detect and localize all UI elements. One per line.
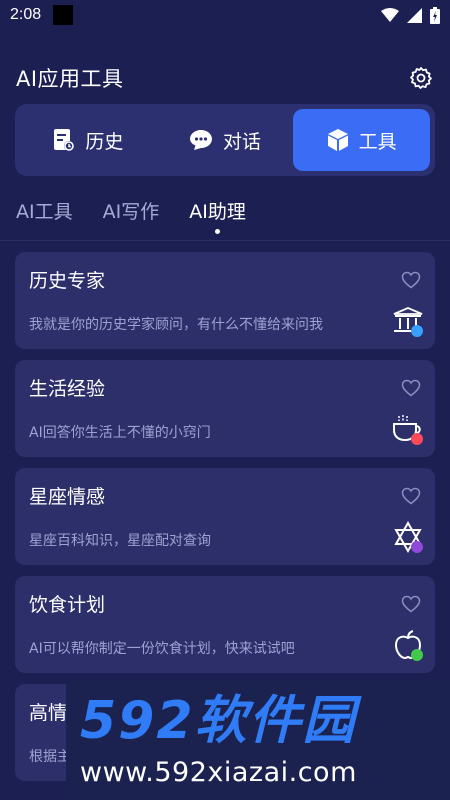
settings-button[interactable] bbox=[408, 65, 434, 91]
card-description: 星座百科知识，星座配对查询 bbox=[29, 533, 211, 549]
notification-icon bbox=[53, 5, 74, 25]
subtab-ai-tools-label: AI工具 bbox=[16, 200, 73, 223]
subtab-ai-assistant[interactable]: AI助理 bbox=[189, 190, 246, 234]
subtab-ai-tools[interactable]: AI工具 bbox=[16, 190, 73, 230]
gear-icon bbox=[410, 67, 432, 89]
heart-icon[interactable] bbox=[401, 487, 421, 505]
heart-icon[interactable] bbox=[401, 379, 421, 397]
main-tab-bar: 历史 对话 工具 bbox=[15, 104, 435, 176]
card-title: 生活经验 bbox=[29, 378, 106, 400]
card-description: AI回答你生活上不懂的小窍门 bbox=[29, 425, 211, 441]
page-title: AI应用工具 bbox=[16, 67, 124, 91]
subtab-ai-writing-label: AI写作 bbox=[102, 200, 160, 223]
status-icons bbox=[381, 6, 440, 24]
watermark-overlay: 592软件园 www.592xiazai.com bbox=[66, 680, 450, 800]
divider bbox=[0, 240, 450, 241]
tab-history[interactable]: 历史 bbox=[20, 109, 157, 171]
list-item[interactable]: 饮食计划 AI可以帮你制定一份饮食计划，快来试试吧 bbox=[15, 576, 435, 673]
sub-tab-bar: AI工具 AI写作 AI助理 bbox=[16, 190, 246, 234]
chat-bubble-icon bbox=[190, 130, 212, 150]
subtab-ai-writing[interactable]: AI写作 bbox=[103, 190, 160, 230]
signal-icon bbox=[407, 7, 422, 23]
star-of-david-icon bbox=[394, 520, 423, 554]
cube-icon bbox=[327, 129, 348, 151]
app-header: AI应用工具 bbox=[16, 58, 434, 98]
active-tab-indicator bbox=[215, 229, 221, 234]
list-item[interactable]: 历史专家 我就是你的历史学家顾问，有什么不懂给来问我 bbox=[15, 252, 435, 349]
card-description: 我就是你的历史学家顾问，有什么不懂给来问我 bbox=[29, 317, 323, 333]
temple-icon bbox=[393, 307, 423, 337]
tab-tools[interactable]: 工具 bbox=[293, 109, 431, 171]
tab-tools-label: 工具 bbox=[358, 130, 397, 153]
subtab-ai-assistant-label: AI助理 bbox=[189, 200, 246, 223]
wifi-icon bbox=[381, 7, 399, 22]
watermark-brand: 592软件园 bbox=[80, 690, 357, 751]
card-description: AI可以帮你制定一份饮食计划，快来试试吧 bbox=[29, 641, 295, 657]
tab-chat[interactable]: 对话 bbox=[157, 109, 294, 171]
heart-icon[interactable] bbox=[401, 595, 421, 613]
teacup-icon bbox=[393, 415, 423, 445]
tab-chat-label: 对话 bbox=[223, 130, 262, 153]
list-item[interactable]: 星座情感 星座百科知识，星座配对查询 bbox=[15, 468, 435, 565]
card-description: 根据主 bbox=[29, 749, 71, 765]
card-title: 历史专家 bbox=[29, 270, 106, 292]
list-item[interactable]: 生活经验 AI回答你生活上不懂的小窍门 bbox=[15, 360, 435, 457]
card-title: 饮食计划 bbox=[29, 594, 106, 616]
battery-icon bbox=[430, 6, 440, 24]
apple-icon bbox=[394, 630, 423, 661]
history-doc-icon bbox=[54, 129, 75, 151]
watermark-url: www.592xiazai.com bbox=[80, 756, 357, 788]
heart-icon[interactable] bbox=[401, 271, 421, 289]
status-time: 2:08 bbox=[10, 6, 42, 23]
tab-history-label: 历史 bbox=[85, 130, 124, 153]
card-title: 星座情感 bbox=[29, 486, 106, 508]
status-bar: 2:08 bbox=[0, 0, 450, 30]
